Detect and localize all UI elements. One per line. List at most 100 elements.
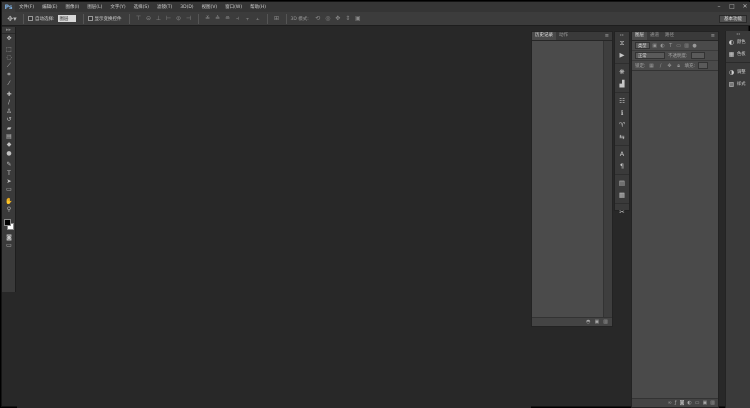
layers-list[interactable]: [632, 70, 718, 397]
filter-type-icon[interactable]: T: [668, 43, 674, 49]
move-tool-icon[interactable]: ✥: [2, 34, 16, 42]
blur-tool-icon[interactable]: ◆: [2, 141, 16, 149]
adjustment-layer-icon[interactable]: ◐: [687, 400, 691, 406]
tool-presets-icon[interactable]: ⇆: [615, 131, 629, 143]
minimize-icon[interactable]: –: [716, 4, 722, 10]
link-layers-icon[interactable]: ∞: [668, 400, 672, 406]
info-icon[interactable]: ℹ: [615, 107, 629, 119]
align-vcenter-icon[interactable]: ⊝: [145, 15, 152, 22]
histogram-icon[interactable]: ▟: [615, 78, 629, 90]
notes-icon[interactable]: ▤: [615, 177, 629, 189]
pen-tool-icon[interactable]: ✎: [2, 160, 16, 168]
show-transform-checkbox[interactable]: [87, 16, 93, 21]
actions-panel-icon[interactable]: ▶: [615, 49, 629, 61]
distribute-top-icon[interactable]: ≚: [204, 15, 211, 22]
clone-stamp-tool-icon[interactable]: ♙: [2, 107, 16, 115]
styles-panel-button[interactable]: ▨ 样式: [726, 78, 750, 90]
properties-icon[interactable]: ☷: [615, 95, 629, 107]
distribute-vcenter-icon[interactable]: ≙: [214, 15, 221, 22]
history-scrollbar[interactable]: [603, 41, 612, 317]
crop-tool-icon[interactable]: ⌗: [2, 71, 16, 79]
move-tool-icon[interactable]: ✥▾: [5, 13, 19, 25]
maximize-icon[interactable]: □: [729, 4, 735, 10]
workspace-switcher[interactable]: 基本功能: [719, 15, 747, 23]
hand-tool-icon[interactable]: ✋: [2, 197, 16, 205]
history-brush-tool-icon[interactable]: ↺: [2, 116, 16, 124]
add-mask-icon[interactable]: ◙: [680, 400, 685, 406]
layer-kind-filter[interactable]: 类型: [635, 42, 650, 49]
delete-layer-icon[interactable]: ▥: [710, 400, 715, 406]
history-panel-icon[interactable]: ⧖: [615, 37, 629, 49]
menu-file[interactable]: 文件(F): [15, 4, 38, 10]
tab-actions[interactable]: 动作: [556, 32, 571, 40]
lock-all-icon[interactable]: 🔒︎: [676, 63, 682, 69]
foreground-color[interactable]: [4, 218, 11, 226]
zoom-tool-icon[interactable]: ⚲: [2, 205, 16, 213]
dodge-tool-icon[interactable]: ●: [2, 149, 16, 157]
distribute-right-icon[interactable]: ⫠: [254, 15, 261, 22]
filter-toggle-icon[interactable]: ●: [692, 43, 698, 49]
menu-type[interactable]: 文字(Y): [106, 4, 129, 10]
new-group-icon[interactable]: ▭: [695, 400, 700, 406]
menu-image[interactable]: 图像(I): [61, 4, 83, 10]
menu-3d[interactable]: 3D(D): [176, 5, 197, 10]
snapshot-icon[interactable]: ◓: [586, 319, 590, 325]
document-area[interactable]: [17, 27, 531, 408]
screen-mode-icon[interactable]: ▭: [2, 241, 16, 249]
path-select-tool-icon[interactable]: ➤: [2, 177, 16, 185]
brush-tool-icon[interactable]: ∕: [2, 99, 16, 107]
colour-panel-button[interactable]: ◐ 颜色: [726, 36, 750, 48]
menu-filter[interactable]: 滤镜(T): [153, 4, 176, 10]
trash-icon[interactable]: ▥: [603, 319, 608, 325]
3d-roll-icon[interactable]: ◎: [324, 15, 331, 22]
align-bottom-icon[interactable]: ⊥: [155, 15, 162, 22]
close-icon[interactable]: ✕: [742, 4, 748, 10]
menu-view[interactable]: 视图(V): [198, 4, 222, 10]
filter-shape-icon[interactable]: ▭: [676, 43, 682, 49]
tab-history[interactable]: 历史记录: [532, 32, 556, 40]
menu-help[interactable]: 帮助(H): [246, 4, 270, 10]
quick-mask-icon[interactable]: ◙: [2, 233, 16, 241]
gradient-tool-icon[interactable]: ▤: [2, 132, 16, 140]
menu-window[interactable]: 窗口(W): [221, 4, 246, 10]
adjustments-panel-button[interactable]: ◑ 调整: [726, 66, 750, 78]
panel-menu-icon[interactable]: ≡: [711, 33, 715, 39]
distribute-hcenter-icon[interactable]: ⫟: [244, 15, 251, 22]
tab-layers[interactable]: 图层: [632, 32, 647, 40]
align-left-icon[interactable]: ⊢: [165, 15, 172, 22]
3d-drag-icon[interactable]: ✥: [334, 15, 341, 22]
3d-rotate-icon[interactable]: ⟲: [314, 15, 321, 22]
menu-select[interactable]: 选择(S): [130, 4, 153, 10]
lasso-tool-icon[interactable]: ◌: [2, 54, 16, 62]
quick-select-tool-icon[interactable]: ⟋: [2, 62, 16, 70]
new-layer-icon[interactable]: ▣: [703, 400, 708, 406]
toolbar-grip-icon[interactable]: ▸▸: [2, 27, 15, 34]
history-list[interactable]: [532, 41, 604, 317]
layer-style-icon[interactable]: ƒ: [675, 400, 677, 406]
auto-select-checkbox[interactable]: [28, 16, 33, 21]
lock-pixels-icon[interactable]: ▦: [649, 63, 655, 69]
color-swatches[interactable]: [2, 217, 16, 233]
distribute-left-icon[interactable]: ⫞: [234, 15, 241, 22]
clone-source-icon[interactable]: ✂: [615, 206, 629, 218]
eyedropper-tool-icon[interactable]: ⁄: [2, 79, 16, 87]
paragraph-icon[interactable]: ¶: [615, 160, 629, 172]
panel-menu-icon[interactable]: ≡: [605, 33, 609, 39]
align-right-icon[interactable]: ⊣: [185, 15, 192, 22]
filter-smart-icon[interactable]: ▥: [684, 43, 690, 49]
tab-paths[interactable]: 路径: [662, 32, 677, 40]
fill-field[interactable]: [698, 62, 709, 69]
3d-slide-icon[interactable]: ⇕: [344, 15, 351, 22]
filter-pixel-icon[interactable]: ▣: [652, 43, 658, 49]
menu-layer[interactable]: 图层(L): [83, 4, 106, 10]
align-hcenter-icon[interactable]: ⦶: [175, 15, 182, 22]
align-top-icon[interactable]: ⊤: [135, 15, 142, 22]
auto-align-icon[interactable]: ⊞: [273, 15, 280, 22]
eraser-tool-icon[interactable]: ▰: [2, 124, 16, 132]
lock-paint-icon[interactable]: ∕: [658, 63, 664, 69]
type-tool-icon[interactable]: T: [2, 169, 16, 177]
character-icon[interactable]: A: [615, 148, 629, 160]
distribute-bottom-icon[interactable]: ≘: [224, 15, 231, 22]
3d-scale-icon[interactable]: ▣: [354, 15, 361, 22]
layer-comps-icon[interactable]: ▦: [615, 189, 629, 201]
